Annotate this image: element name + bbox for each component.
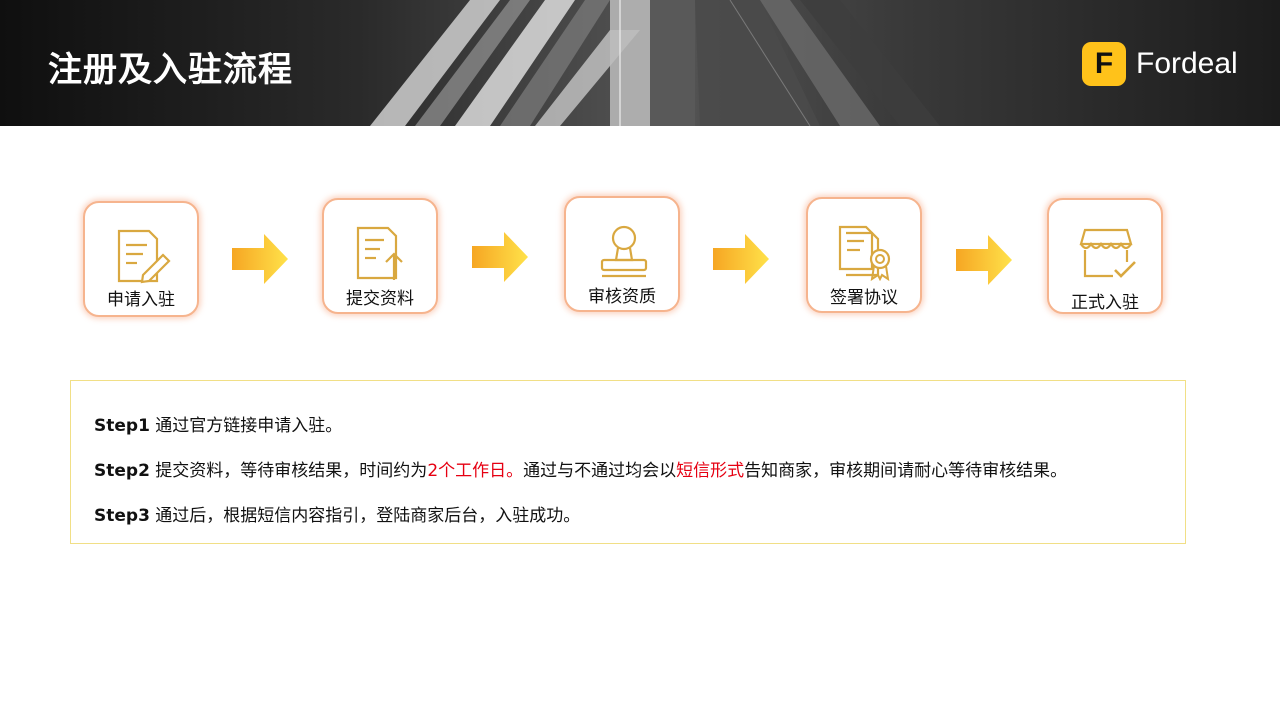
arrow-right-icon xyxy=(232,234,288,284)
step3-line: Step3 通过后，根据短信内容指引，登陆商家后台，入驻成功。 xyxy=(94,501,580,526)
step-label-review: 审核资质 xyxy=(588,287,656,307)
arrow-right-icon xyxy=(713,234,769,284)
step-label-submit: 提交资料 xyxy=(346,289,414,309)
step2-text-a: 提交资料，等待审核结果，时间约为 xyxy=(149,461,428,481)
fordeal-logo: F Fordeal xyxy=(1082,42,1238,86)
step2-highlight-duration: 2个工作日。 xyxy=(427,461,524,481)
step2-tag: Step2 xyxy=(94,461,150,481)
arrow-right-icon xyxy=(472,232,528,282)
store-check-icon xyxy=(1079,228,1136,278)
logo-mark: F xyxy=(1082,42,1126,86)
step2-line: Step2 提交资料，等待审核结果，时间约为2个工作日。通过与不通过均会以短信形… xyxy=(94,456,1067,481)
certificate-icon xyxy=(838,225,891,281)
step1-text: 通过官方链接申请入驻。 xyxy=(149,416,343,436)
page-title: 注册及入驻流程 xyxy=(48,50,293,90)
step3-tag: Step3 xyxy=(94,506,150,526)
document-edit-icon xyxy=(117,229,171,284)
logo-text: Fordeal xyxy=(1136,47,1238,80)
step-card-submit: 提交资料 xyxy=(322,198,438,314)
arrow-right-icon xyxy=(956,235,1012,285)
step-card-review: 审核资质 xyxy=(564,196,680,312)
step-card-sign: 签署协议 xyxy=(806,197,922,313)
step3-text: 通过后，根据短信内容指引，登陆商家后台，入驻成功。 xyxy=(149,506,581,526)
step2-text-b: 通过与不通过均会以 xyxy=(523,461,677,481)
step1-tag: Step1 xyxy=(94,416,150,436)
step1-line: Step1 通过官方链接申请入驻。 xyxy=(94,411,342,436)
step-card-apply: 申请入驻 xyxy=(83,201,199,317)
header-banner: 注册及入驻流程 F Fordeal xyxy=(0,0,1280,126)
step-label-sign: 签署协议 xyxy=(830,288,898,308)
step-label-apply: 申请入驻 xyxy=(107,290,175,310)
step2-text-c: 告知商家，审核期间请耐心等待审核结果。 xyxy=(744,461,1068,481)
step-details-box: Step1 通过官方链接申请入驻。 Step2 提交资料，等待审核结果，时间约为… xyxy=(70,380,1186,544)
stamp-icon xyxy=(600,225,648,278)
step2-highlight-sms: 短信形式 xyxy=(676,461,745,481)
step-card-onboard: 正式入驻 xyxy=(1047,198,1163,314)
document-upload-icon xyxy=(356,226,403,280)
step-label-onboard: 正式入驻 xyxy=(1071,293,1139,313)
